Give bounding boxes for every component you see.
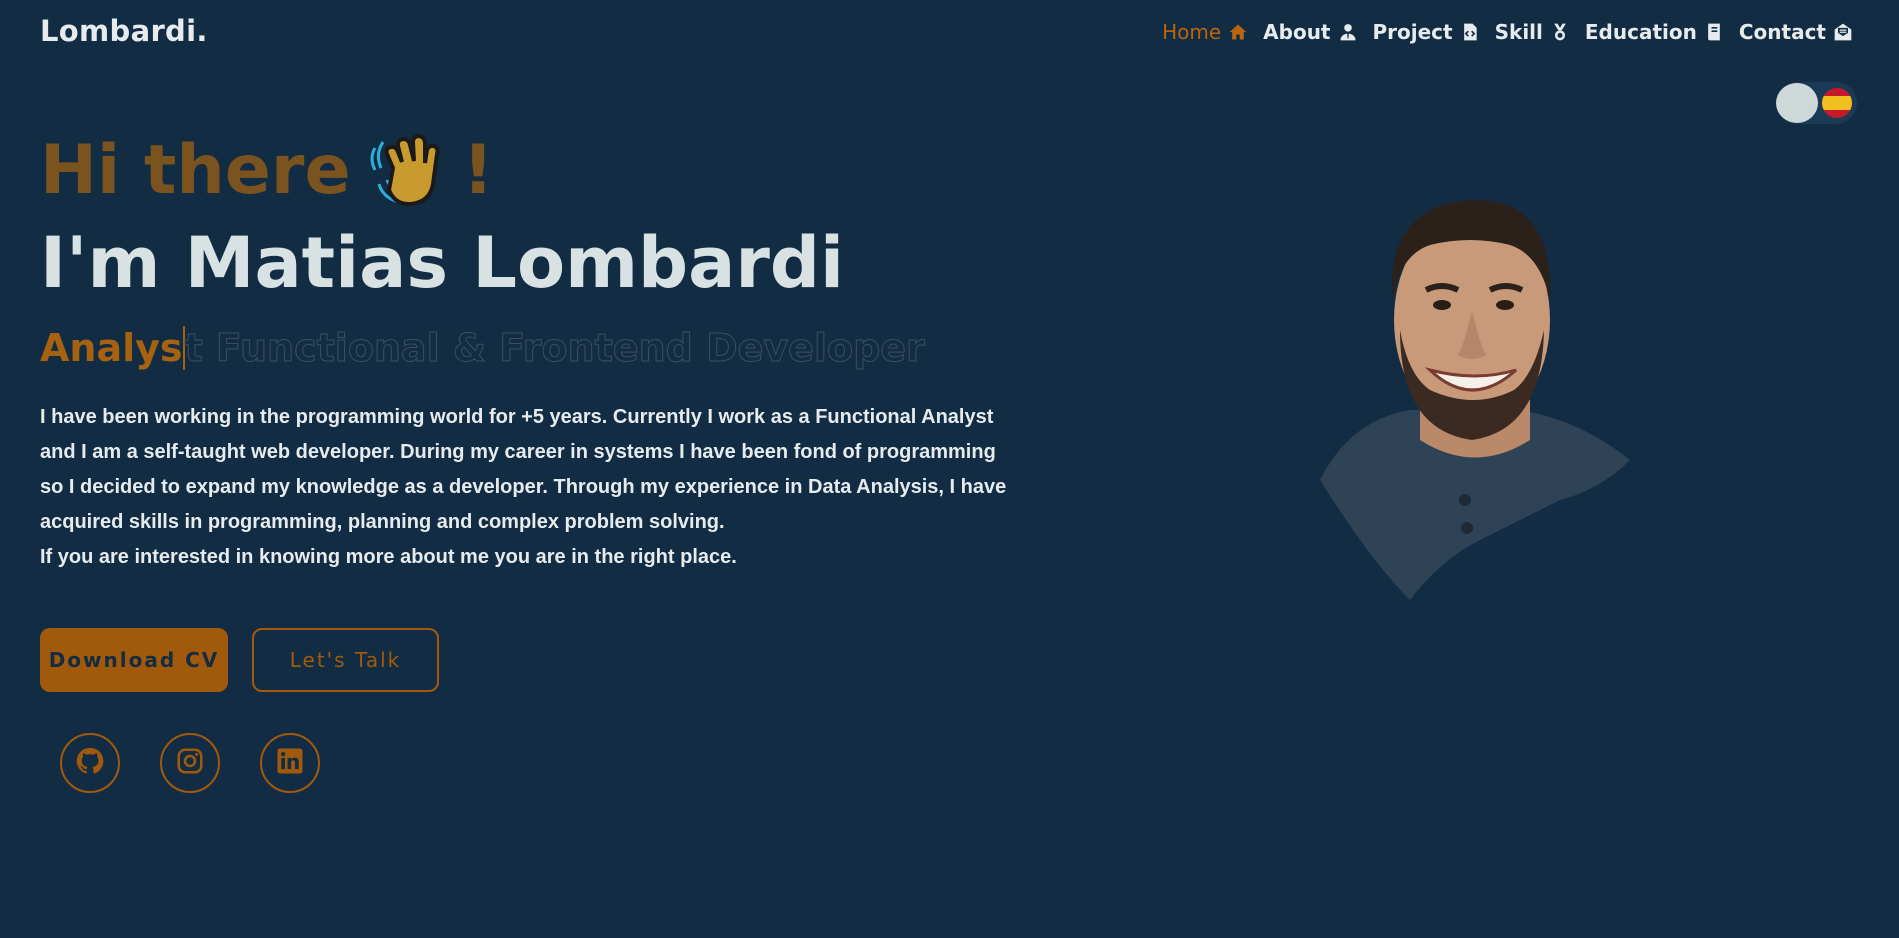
download-cv-button[interactable]: Download CV [40, 628, 228, 692]
lets-talk-button[interactable]: Let's Talk [252, 628, 439, 692]
home-icon [1227, 21, 1249, 43]
user-icon [1337, 21, 1359, 43]
nav-label: Contact [1738, 20, 1826, 44]
site-header: Lombardi. Home About Project Skill Educa… [0, 0, 1899, 70]
greeting-text: Hi there [40, 130, 351, 210]
nav-item-skill[interactable]: Skill [1495, 20, 1571, 44]
nav-item-home[interactable]: Home [1162, 20, 1249, 44]
nav-item-about[interactable]: About [1263, 20, 1358, 44]
waving-hand-icon [365, 128, 449, 212]
nav-item-project[interactable]: Project [1373, 20, 1481, 44]
medal-icon [1549, 21, 1571, 43]
github-icon [75, 746, 105, 780]
bio-line: acquired skills in programming, planning… [40, 511, 725, 533]
nav-label: Skill [1494, 20, 1543, 44]
instagram-link[interactable] [160, 733, 220, 793]
bio-line: and I am a self-taught web developer. Du… [40, 441, 996, 463]
main-nav: Home About Project Skill Education Conta… [1162, 20, 1854, 44]
nav-label: Education [1584, 20, 1697, 44]
github-link[interactable] [60, 733, 120, 793]
profile-photo [1300, 150, 1640, 600]
hero-name: I'm Matias Lombardi [40, 222, 845, 304]
mail-icon [1832, 21, 1854, 43]
linkedin-icon [275, 746, 305, 780]
hero-bio: I have been working in the programming w… [40, 400, 1030, 575]
bio-line: If you are interested in knowing more ab… [40, 546, 737, 568]
nav-label: Project [1372, 20, 1453, 44]
nav-item-contact[interactable]: Contact [1739, 20, 1854, 44]
logo[interactable]: Lombardi. [40, 14, 208, 48]
book-icon [1703, 21, 1725, 43]
nav-label: Home [1162, 20, 1222, 44]
toggle-knob [1776, 83, 1818, 123]
linkedin-link[interactable] [260, 733, 320, 793]
greeting-heading: Hi there ! [40, 128, 494, 212]
greeting-exclamation: ! [462, 130, 494, 210]
language-toggle[interactable] [1776, 82, 1857, 124]
spain-flag-icon [1822, 88, 1852, 118]
code-file-icon [1459, 21, 1481, 43]
instagram-icon [175, 746, 205, 780]
nav-label: About [1263, 20, 1331, 44]
role-typed-text: Analys [40, 326, 183, 370]
typed-role: Analyst Functional & Frontend Developer [40, 325, 925, 371]
bio-line: I have been working in the programming w… [40, 406, 994, 428]
bio-line: so I decided to expand my knowledge as a… [40, 476, 1007, 498]
role-remaining-text: t Functional & Frontend Developer [184, 326, 925, 371]
nav-item-education[interactable]: Education [1585, 20, 1725, 44]
